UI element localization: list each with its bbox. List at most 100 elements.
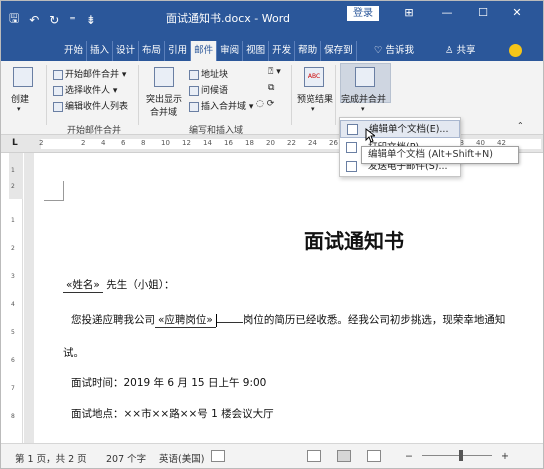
print-layout-icon[interactable] [337, 450, 351, 462]
customize-qat-icon[interactable]: ⇟ [86, 13, 96, 27]
interview-place-line[interactable]: 面试地点：××市××路××号 1 楼会议大厅 [71, 406, 274, 421]
margin-corner-mark [44, 181, 64, 201]
close-button[interactable]: ✕ [509, 6, 525, 19]
tell-me-search[interactable]: ♡ 告诉我 [374, 41, 414, 61]
page-count[interactable]: 第 1 页，共 2 页 [15, 451, 87, 465]
ruler-tick: 6 [121, 139, 126, 147]
position-merge-field[interactable]: «应聘岗位» [155, 312, 216, 328]
greeting-line-label: 问候语 [201, 86, 229, 96]
word-window: 🖫 ↶ ↻ ⁼ ⇟ 面试通知书.docx - Word 登录 ⊞ — ☐ ✕ 文… [0, 0, 544, 469]
share-button[interactable]: ♙ 共享 [445, 41, 476, 61]
share-label: 共享 [456, 45, 476, 56]
menu-item-edit-individual[interactable]: 编辑单个文档(E)... [340, 120, 460, 138]
login-button[interactable]: 登录 [347, 6, 379, 21]
more-commands-icon[interactable]: ⁼ [69, 13, 75, 27]
finish-and-merge-button[interactable]: 完成并合并 [341, 92, 386, 105]
vruler-tick: 5 [11, 329, 15, 336]
redo-icon[interactable]: ↻ [49, 13, 59, 27]
ribbon-separator [138, 65, 139, 125]
web-layout-icon[interactable] [367, 450, 381, 462]
ribbon-display-icon[interactable]: ⊞ [401, 6, 417, 19]
vruler-tick: 7 [11, 385, 15, 392]
start-mail-merge-button[interactable]: 开始邮件合并 ▾ [53, 67, 126, 80]
maximize-button[interactable]: ☐ [475, 6, 491, 19]
feedback-smiley-icon[interactable] [509, 44, 522, 57]
paragraph-line-1[interactable]: 您投递应聘我公司 «应聘岗位» 岗位的简历已经收悉。经我公司初步挑选，现荣幸地通知 [71, 312, 505, 328]
tab-references[interactable]: 引用 [165, 41, 192, 61]
ruler-tick: 2 [81, 139, 86, 147]
create-button[interactable]: 创建 [11, 92, 29, 105]
ruler-tick: 10 [161, 139, 170, 147]
tab-design[interactable]: 设计 [113, 41, 140, 61]
title-bar: 🖫 ↶ ↻ ⁼ ⇟ 面试通知书.docx - Word 登录 ⊞ — ☐ ✕ [1, 1, 543, 41]
zoom-slider-handle[interactable] [459, 450, 463, 461]
tab-selector-icon[interactable]: L [12, 138, 18, 148]
vruler-tick: 6 [11, 357, 15, 364]
quick-access-toolbar: 🖫 ↶ ↻ ⁼ ⇟ [9, 9, 96, 30]
preview-results-button[interactable]: 预览结果 [297, 92, 333, 105]
rules-icon[interactable]: ⍰ ▾ [268, 67, 281, 77]
tab-save-to[interactable]: 保存到 [321, 41, 357, 61]
save-icon[interactable]: 🖫 [9, 9, 19, 30]
language-status[interactable]: 英语(美国) [159, 451, 204, 465]
select-recipients-label: 选择收件人 [65, 86, 111, 96]
undo-icon[interactable]: ↶ [29, 13, 39, 27]
highlight-label-1: 突出显示 [146, 95, 183, 105]
name-merge-field[interactable]: «姓名» [63, 277, 103, 293]
address-block-button[interactable]: 地址块 [189, 67, 228, 80]
ruler-tick: 2 [39, 139, 44, 147]
printer-icon [346, 142, 357, 153]
paragraph-text: 岗位的简历已经收悉。经我公司初步挑选，现荣幸地通知 [242, 314, 506, 326]
start-mail-merge-label: 开始邮件合并 [65, 70, 120, 80]
create-dropdown-icon[interactable]: ▾ [17, 105, 21, 113]
preview-dropdown-icon[interactable]: ▾ [311, 105, 315, 113]
minimize-button[interactable]: — [439, 6, 455, 19]
insert-merge-field-label: 插入合并域 [201, 102, 247, 112]
ribbon-separator [46, 65, 47, 125]
collapse-ribbon-icon[interactable]: ⌃ [517, 121, 524, 130]
tab-help[interactable]: 帮助 [295, 41, 322, 61]
document-page[interactable] [34, 153, 543, 443]
menu-item-label: 编辑单个文档(E)... [369, 124, 449, 135]
paragraph-text: 您投递应聘我公司 [71, 314, 155, 326]
ruler-tick: 24 [308, 139, 317, 147]
update-labels-icon[interactable]: ◌ ⟳ [256, 99, 274, 109]
document-heading: 面试通知书 [304, 229, 404, 253]
tab-developer[interactable]: 开发 [269, 41, 296, 61]
zoom-slider-track[interactable] [422, 455, 492, 456]
ribbon-separator [291, 65, 292, 125]
ruler-tick: 4 [101, 139, 106, 147]
match-fields-icon[interactable]: ⧉ [268, 83, 274, 93]
zoom-out-icon[interactable]: − [405, 451, 413, 462]
recipients-icon [53, 85, 63, 96]
highlight-merge-fields-button[interactable]: 突出显示 合并域 [146, 92, 182, 118]
vruler-tick: 2 [11, 183, 15, 190]
tab-insert[interactable]: 插入 [87, 41, 114, 61]
paragraph-line-2[interactable]: 试。 [63, 345, 84, 360]
edit-recipient-list-button[interactable]: 编辑收件人列表 [53, 99, 128, 112]
read-mode-icon[interactable] [307, 450, 321, 462]
mail-merge-icon [53, 69, 63, 80]
ruler-tick: 20 [266, 139, 275, 147]
salutation-line[interactable]: «姓名» 先生（小姐）： [63, 277, 174, 293]
greeting-line-button[interactable]: 问候语 [189, 83, 228, 96]
word-count[interactable]: 207 个字 [106, 451, 146, 465]
envelope-icon [13, 67, 33, 87]
zoom-in-icon[interactable]: + [501, 451, 509, 462]
tab-review[interactable]: 审阅 [217, 41, 244, 61]
vertical-ruler-margin [9, 153, 23, 199]
tab-mailings[interactable]: 邮件 [191, 41, 218, 61]
vruler-tick: 2 [11, 245, 15, 252]
insert-merge-field-button[interactable]: 插入合并域 ▾ [189, 99, 253, 112]
finish-dropdown-icon[interactable]: ▾ [361, 105, 365, 113]
insert-field-icon [189, 101, 199, 112]
select-recipients-button[interactable]: 选择收件人 ▾ [53, 83, 117, 96]
tab-layout[interactable]: 布局 [139, 41, 166, 61]
macro-record-icon[interactable] [211, 450, 225, 462]
highlight-fields-icon [154, 67, 174, 87]
tab-home[interactable]: 开始 [61, 41, 88, 61]
tab-view[interactable]: 视图 [243, 41, 270, 61]
text-cursor [215, 313, 217, 327]
interview-time-line[interactable]: 面试时间：2019 年 6 月 15 日上午 9:00 [71, 375, 266, 390]
vertical-ruler[interactable]: 1 2 1 2 3 4 5 6 7 8 [9, 153, 23, 443]
